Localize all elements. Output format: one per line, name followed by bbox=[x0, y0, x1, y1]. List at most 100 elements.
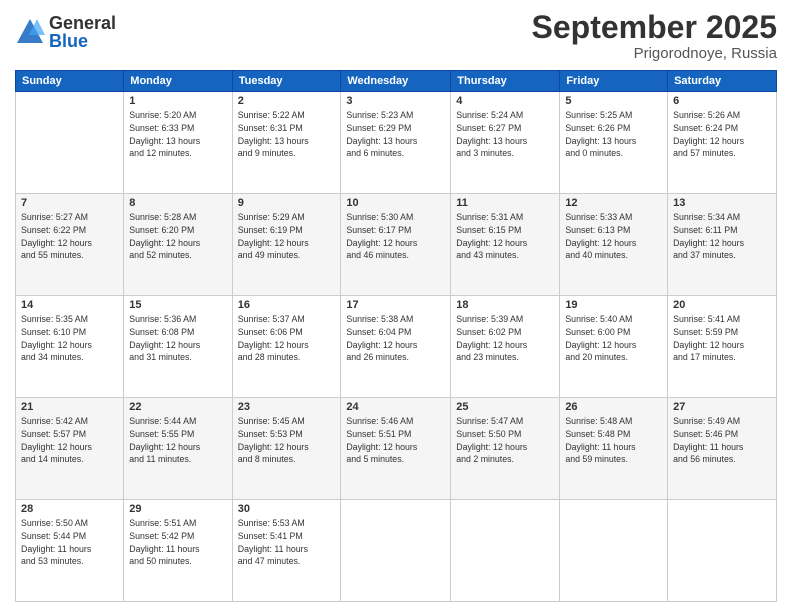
day-info: Sunrise: 5:48 AM Sunset: 5:48 PM Dayligh… bbox=[565, 415, 662, 466]
title-block: September 2025 Prigorodnoye, Russia bbox=[532, 10, 777, 62]
calendar-table: SundayMondayTuesdayWednesdayThursdayFrid… bbox=[15, 70, 777, 602]
calendar-cell bbox=[668, 500, 777, 602]
day-number: 11 bbox=[456, 197, 554, 209]
day-number: 22 bbox=[129, 401, 226, 413]
day-info: Sunrise: 5:36 AM Sunset: 6:08 PM Dayligh… bbox=[129, 313, 226, 364]
calendar-cell bbox=[560, 500, 668, 602]
day-number: 20 bbox=[673, 299, 771, 311]
location: Prigorodnoye, Russia bbox=[532, 45, 777, 62]
day-number: 21 bbox=[21, 401, 118, 413]
day-info: Sunrise: 5:35 AM Sunset: 6:10 PM Dayligh… bbox=[21, 313, 118, 364]
day-number: 15 bbox=[129, 299, 226, 311]
day-info: Sunrise: 5:29 AM Sunset: 6:19 PM Dayligh… bbox=[238, 211, 336, 262]
day-info: Sunrise: 5:38 AM Sunset: 6:04 PM Dayligh… bbox=[346, 313, 445, 364]
calendar-week-row: 14Sunrise: 5:35 AM Sunset: 6:10 PM Dayli… bbox=[16, 296, 777, 398]
day-info: Sunrise: 5:31 AM Sunset: 6:15 PM Dayligh… bbox=[456, 211, 554, 262]
calendar-cell bbox=[341, 500, 451, 602]
day-number: 5 bbox=[565, 95, 662, 107]
calendar-cell: 7Sunrise: 5:27 AM Sunset: 6:22 PM Daylig… bbox=[16, 194, 124, 296]
calendar-cell: 2 Sunrise: 5:22 AM Sunset: 6:31 PM Daylig… bbox=[232, 92, 341, 194]
calendar-cell: 20 Sunrise: 5:41 AM Sunset: 5:59 PM Dayli… bbox=[668, 296, 777, 398]
calendar-cell: 22 Sunrise: 5:44 AM Sunset: 5:55 PM Dayli… bbox=[124, 398, 232, 500]
day-number: 16 bbox=[238, 299, 336, 311]
calendar-cell: 15 Sunrise: 5:36 AM Sunset: 6:08 PM Dayli… bbox=[124, 296, 232, 398]
day-info: Sunrise: 5:20 AM Sunset: 6:33 PM Dayligh… bbox=[129, 109, 226, 160]
day-info: Sunrise: 5:49 AM Sunset: 5:46 PM Dayligh… bbox=[673, 415, 771, 466]
logo-general: General bbox=[49, 14, 116, 32]
calendar-cell: 24Sunrise: 5:46 AM Sunset: 5:51 PM Dayli… bbox=[341, 398, 451, 500]
day-info: Sunrise: 5:26 AM Sunset: 6:24 PM Dayligh… bbox=[673, 109, 771, 160]
calendar-cell: 21 Sunrise: 5:42 AM Sunset: 5:57 PM Dayli… bbox=[16, 398, 124, 500]
day-info: Sunrise: 5:33 AM Sunset: 6:13 PM Dayligh… bbox=[565, 211, 662, 262]
calendar-cell: 12 Sunrise: 5:33 AM Sunset: 6:13 PM Dayli… bbox=[560, 194, 668, 296]
calendar-cell: 18 Sunrise: 5:39 AM Sunset: 6:02 PM Dayli… bbox=[451, 296, 560, 398]
day-number: 26 bbox=[565, 401, 662, 413]
day-info: Sunrise: 5:37 AM Sunset: 6:06 PM Dayligh… bbox=[238, 313, 336, 364]
day-number: 18 bbox=[456, 299, 554, 311]
calendar-cell: 14Sunrise: 5:35 AM Sunset: 6:10 PM Dayli… bbox=[16, 296, 124, 398]
calendar-cell: 11 Sunrise: 5:31 AM Sunset: 6:15 PM Dayli… bbox=[451, 194, 560, 296]
day-number: 23 bbox=[238, 401, 336, 413]
calendar-header-thursday: Thursday bbox=[451, 71, 560, 92]
day-info: Sunrise: 5:51 AM Sunset: 5:42 PM Dayligh… bbox=[129, 517, 226, 568]
calendar-header-sunday: Sunday bbox=[16, 71, 124, 92]
calendar-header-wednesday: Wednesday bbox=[341, 71, 451, 92]
calendar-cell: 17 Sunrise: 5:38 AM Sunset: 6:04 PM Dayli… bbox=[341, 296, 451, 398]
day-info: Sunrise: 5:40 AM Sunset: 6:00 PM Dayligh… bbox=[565, 313, 662, 364]
page: General Blue September 2025 Prigorodnoye… bbox=[0, 0, 792, 612]
day-number: 6 bbox=[673, 95, 771, 107]
day-info: Sunrise: 5:34 AM Sunset: 6:11 PM Dayligh… bbox=[673, 211, 771, 262]
calendar-cell: 23Sunrise: 5:45 AM Sunset: 5:53 PM Dayli… bbox=[232, 398, 341, 500]
calendar-cell: 26 Sunrise: 5:48 AM Sunset: 5:48 PM Dayli… bbox=[560, 398, 668, 500]
calendar-cell: 13 Sunrise: 5:34 AM Sunset: 6:11 PM Dayli… bbox=[668, 194, 777, 296]
day-info: Sunrise: 5:25 AM Sunset: 6:26 PM Dayligh… bbox=[565, 109, 662, 160]
day-info: Sunrise: 5:30 AM Sunset: 6:17 PM Dayligh… bbox=[346, 211, 445, 262]
day-number: 2 bbox=[238, 95, 336, 107]
day-info: Sunrise: 5:39 AM Sunset: 6:02 PM Dayligh… bbox=[456, 313, 554, 364]
day-number: 13 bbox=[673, 197, 771, 209]
day-info: Sunrise: 5:44 AM Sunset: 5:55 PM Dayligh… bbox=[129, 415, 226, 466]
day-number: 12 bbox=[565, 197, 662, 209]
logo: General Blue bbox=[15, 14, 116, 50]
day-number: 10 bbox=[346, 197, 445, 209]
calendar-header-friday: Friday bbox=[560, 71, 668, 92]
calendar-cell: 3Sunrise: 5:23 AM Sunset: 6:29 PM Daylig… bbox=[341, 92, 451, 194]
calendar-cell: 16 Sunrise: 5:37 AM Sunset: 6:06 PM Dayli… bbox=[232, 296, 341, 398]
day-info: Sunrise: 5:28 AM Sunset: 6:20 PM Dayligh… bbox=[129, 211, 226, 262]
calendar-cell bbox=[451, 500, 560, 602]
calendar-header-monday: Monday bbox=[124, 71, 232, 92]
calendar-week-row: 1 Sunrise: 5:20 AM Sunset: 6:33 PM Daylig… bbox=[16, 92, 777, 194]
calendar-cell: 8 Sunrise: 5:28 AM Sunset: 6:20 PM Daylig… bbox=[124, 194, 232, 296]
calendar-cell: 10 Sunrise: 5:30 AM Sunset: 6:17 PM Dayli… bbox=[341, 194, 451, 296]
day-number: 28 bbox=[21, 503, 118, 515]
day-info: Sunrise: 5:46 AM Sunset: 5:51 PM Dayligh… bbox=[346, 415, 445, 466]
day-number: 27 bbox=[673, 401, 771, 413]
day-number: 17 bbox=[346, 299, 445, 311]
calendar-week-row: 21 Sunrise: 5:42 AM Sunset: 5:57 PM Dayli… bbox=[16, 398, 777, 500]
calendar-cell: 27 Sunrise: 5:49 AM Sunset: 5:46 PM Dayli… bbox=[668, 398, 777, 500]
calendar-cell: 25Sunrise: 5:47 AM Sunset: 5:50 PM Dayli… bbox=[451, 398, 560, 500]
calendar-cell: 29Sunrise: 5:51 AM Sunset: 5:42 PM Dayli… bbox=[124, 500, 232, 602]
day-info: Sunrise: 5:50 AM Sunset: 5:44 PM Dayligh… bbox=[21, 517, 118, 568]
day-number: 9 bbox=[238, 197, 336, 209]
calendar-cell: 6 Sunrise: 5:26 AM Sunset: 6:24 PM Daylig… bbox=[668, 92, 777, 194]
calendar-cell: 4 Sunrise: 5:24 AM Sunset: 6:27 PM Daylig… bbox=[451, 92, 560, 194]
day-number: 8 bbox=[129, 197, 226, 209]
day-info: Sunrise: 5:42 AM Sunset: 5:57 PM Dayligh… bbox=[21, 415, 118, 466]
logo-icon bbox=[15, 17, 45, 47]
day-number: 19 bbox=[565, 299, 662, 311]
logo-text: General Blue bbox=[49, 14, 116, 50]
calendar-cell: 28 Sunrise: 5:50 AM Sunset: 5:44 PM Dayli… bbox=[16, 500, 124, 602]
day-number: 1 bbox=[129, 95, 226, 107]
day-info: Sunrise: 5:41 AM Sunset: 5:59 PM Dayligh… bbox=[673, 313, 771, 364]
day-info: Sunrise: 5:53 AM Sunset: 5:41 PM Dayligh… bbox=[238, 517, 336, 568]
calendar-cell: 5 Sunrise: 5:25 AM Sunset: 6:26 PM Daylig… bbox=[560, 92, 668, 194]
calendar-header-tuesday: Tuesday bbox=[232, 71, 341, 92]
calendar-cell: 30 Sunrise: 5:53 AM Sunset: 5:41 PM Dayli… bbox=[232, 500, 341, 602]
day-number: 4 bbox=[456, 95, 554, 107]
day-info: Sunrise: 5:22 AM Sunset: 6:31 PM Dayligh… bbox=[238, 109, 336, 160]
calendar-cell: 19 Sunrise: 5:40 AM Sunset: 6:00 PM Dayli… bbox=[560, 296, 668, 398]
day-info: Sunrise: 5:24 AM Sunset: 6:27 PM Dayligh… bbox=[456, 109, 554, 160]
day-number: 30 bbox=[238, 503, 336, 515]
calendar-cell bbox=[16, 92, 124, 194]
